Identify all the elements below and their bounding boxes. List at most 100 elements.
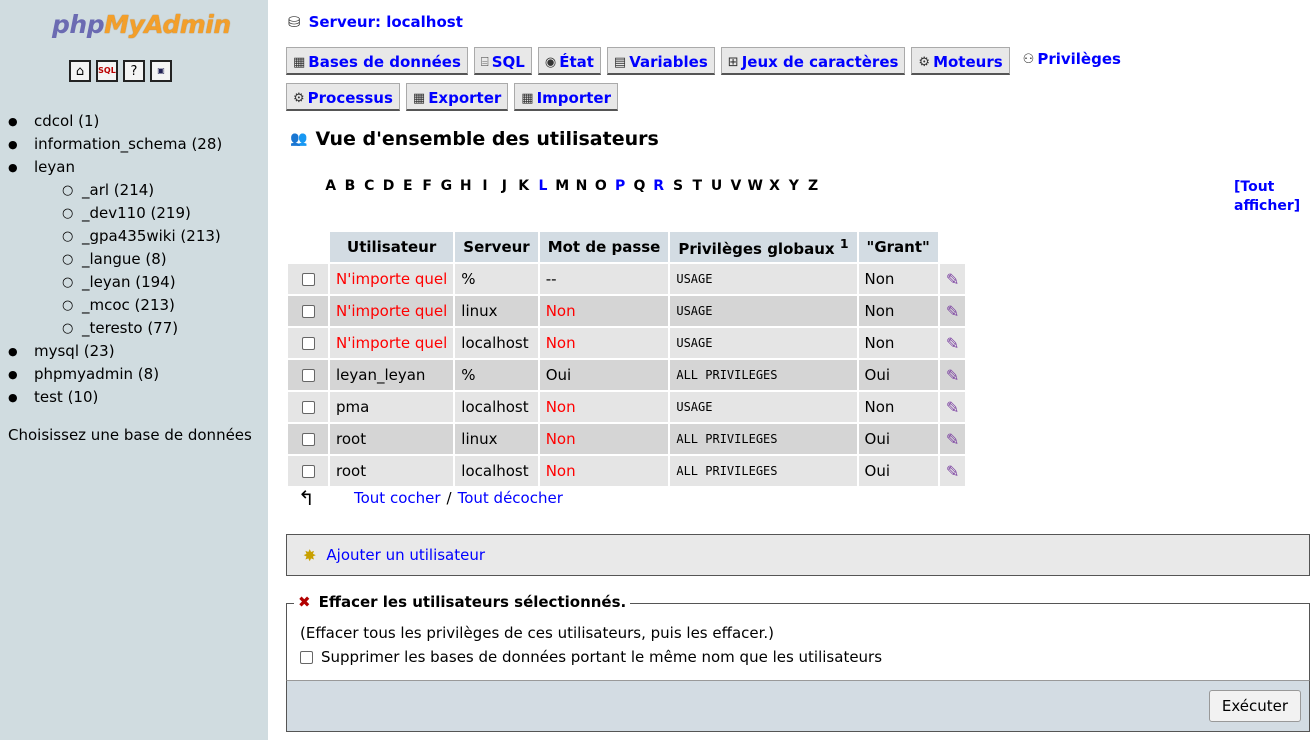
letter-v: V bbox=[730, 178, 742, 194]
tab-label: Processus bbox=[307, 89, 393, 107]
tab-export[interactable]: ▦ Exporter bbox=[405, 83, 509, 111]
add-user-link[interactable]: Ajouter un utilisateur bbox=[326, 546, 485, 564]
delete-submit-bar: Exécuter bbox=[286, 680, 1310, 732]
header-host: Serveur bbox=[455, 232, 538, 262]
import-icon: ▦ bbox=[521, 90, 534, 106]
tab-row-1: ▦ Bases de données ⌸ SQL ◉ État ▤ Variables ⊞ Jeu… bbox=[286, 43, 1128, 75]
export-icon: ▦ bbox=[412, 90, 426, 106]
circle-bullet-icon: ○ bbox=[62, 183, 74, 198]
row-checkbox[interactable] bbox=[301, 433, 315, 446]
check-all-link[interactable]: Tout cocher bbox=[354, 489, 441, 507]
edit-privileges-icon[interactable]: ✎ bbox=[946, 366, 959, 385]
database-link[interactable]: cdcol (1) bbox=[34, 112, 99, 130]
grant-cell: Non bbox=[858, 264, 938, 294]
letter-y: Y bbox=[788, 178, 799, 194]
tab-sql[interactable]: ⌸ SQL bbox=[473, 47, 532, 75]
database-link[interactable]: leyan bbox=[34, 158, 75, 176]
password-cell: Non bbox=[539, 392, 669, 422]
edit-privileges-icon[interactable]: ✎ bbox=[946, 430, 959, 449]
edit-privileges-icon[interactable]: ✎ bbox=[946, 270, 959, 289]
server-link[interactable]: Serveur: localhost bbox=[309, 13, 463, 31]
table-row: root linux Non ALL PRIVILEGES Oui ✎ bbox=[288, 424, 966, 454]
letter-p[interactable]: P bbox=[610, 178, 629, 194]
uncheck-all-link[interactable]: Tout décocher bbox=[458, 489, 563, 507]
variables-icon: ▤ bbox=[613, 54, 627, 70]
tab-charset[interactable]: ⊞ Jeux de caractères bbox=[720, 47, 906, 75]
footnote-mark[interactable]: 1 bbox=[840, 236, 849, 251]
edit-privileges-icon[interactable]: ✎ bbox=[946, 462, 959, 481]
row-checkbox[interactable] bbox=[301, 465, 315, 478]
database-list: ● cdcol (1) ● information_schema (28) ● leyan… bbox=[8, 110, 222, 409]
check-all-bar: ↰ Tout cocher / Tout décocher bbox=[298, 488, 563, 508]
letter-r[interactable]: R bbox=[649, 178, 668, 194]
tab-import[interactable]: ▦ Importer bbox=[514, 83, 618, 111]
host-cell: localhost bbox=[455, 328, 538, 358]
home-icon[interactable]: ⌂ bbox=[69, 60, 91, 82]
edit-privileges-icon[interactable]: ✎ bbox=[946, 398, 959, 417]
delete-user-icon: ✖ bbox=[298, 593, 311, 611]
password-cell: Non bbox=[539, 424, 669, 454]
row-checkbox[interactable] bbox=[301, 337, 315, 350]
edit-privileges-icon[interactable]: ✎ bbox=[946, 334, 959, 353]
check-all-separator: / bbox=[446, 489, 452, 507]
host-cell: localhost bbox=[455, 392, 538, 422]
tab-label: Bases de données bbox=[308, 53, 461, 71]
row-checkbox[interactable] bbox=[301, 401, 315, 414]
bullet-icon: ● bbox=[8, 368, 18, 381]
host-cell: % bbox=[455, 360, 538, 390]
letter-e: E bbox=[403, 178, 413, 194]
row-checkbox[interactable] bbox=[301, 273, 315, 286]
sql-query-window-icon[interactable]: ▣ bbox=[150, 60, 172, 82]
tab-privileges[interactable]: ⚇ Privilèges bbox=[1015, 43, 1128, 73]
edit-cell: ✎ bbox=[939, 456, 966, 486]
database-item: ● mysql (23) bbox=[8, 340, 222, 363]
phpmyadmin-logo[interactable]: phpMyAdmin bbox=[52, 10, 231, 39]
tab-variables[interactable]: ▤ Variables bbox=[606, 47, 715, 75]
table-item: ○ _gpa435wiki (213) bbox=[62, 225, 222, 248]
table-link[interactable]: _langue (8) bbox=[82, 250, 167, 268]
table-link[interactable]: _leyan (194) bbox=[82, 273, 176, 291]
edit-privileges-icon[interactable]: ✎ bbox=[946, 302, 959, 321]
execute-button[interactable]: Exécuter bbox=[1208, 690, 1301, 722]
database-link[interactable]: phpmyadmin (8) bbox=[34, 365, 159, 383]
table-header-row: Utilisateur Serveur Mot de passe Privilè… bbox=[288, 232, 965, 262]
row-checkbox[interactable] bbox=[301, 305, 315, 318]
tab-databases[interactable]: ▦ Bases de données bbox=[286, 47, 468, 75]
database-link[interactable]: test (10) bbox=[34, 388, 98, 406]
add-user-box: ✸ Ajouter un utilisateur bbox=[286, 534, 1310, 576]
database-link[interactable]: information_schema (28) bbox=[34, 135, 222, 153]
table-link[interactable]: _dev110 (219) bbox=[82, 204, 191, 222]
letter-j: J bbox=[501, 178, 507, 194]
table-row: pma localhost Non USAGE Non ✎ bbox=[288, 392, 966, 422]
row-checkbox[interactable] bbox=[301, 369, 315, 382]
sql-icon[interactable]: SQL bbox=[96, 60, 118, 82]
show-all-link[interactable]: [Tout afficher] bbox=[1234, 178, 1312, 216]
table-link[interactable]: _gpa435wiki (213) bbox=[82, 227, 221, 245]
table-link[interactable]: _arl (214) bbox=[82, 181, 154, 199]
letter-t: T bbox=[692, 178, 703, 194]
tab-label: Jeux de caractères bbox=[741, 53, 899, 71]
table-link[interactable]: _teresto (77) bbox=[82, 319, 178, 337]
database-link[interactable]: mysql (23) bbox=[34, 342, 115, 360]
circle-bullet-icon: ○ bbox=[62, 275, 74, 290]
header-user: Utilisateur bbox=[330, 232, 454, 262]
letter-i: I bbox=[482, 178, 488, 194]
row-select-cell bbox=[288, 296, 328, 326]
password-cell: Non bbox=[539, 328, 669, 358]
host-cell: localhost bbox=[455, 456, 538, 486]
grant-cell: Oui bbox=[858, 456, 938, 486]
table-item: ○ _dev110 (219) bbox=[62, 202, 222, 225]
help-icon[interactable]: ? bbox=[123, 60, 145, 82]
drop-databases-checkbox[interactable] bbox=[300, 650, 313, 664]
letter-o: O bbox=[594, 178, 607, 194]
table-row: N'importe quel linux Non USAGE Non ✎ bbox=[288, 296, 966, 326]
drop-databases-label[interactable]: Supprimer les bases de données portant l… bbox=[321, 648, 882, 666]
table-link[interactable]: _mcoc (213) bbox=[82, 296, 175, 314]
tab-label: Variables bbox=[629, 53, 708, 71]
nav-icon-bar: ⌂ SQL ? ▣ bbox=[69, 60, 172, 82]
grant-cell: Non bbox=[858, 296, 938, 326]
letter-l[interactable]: L bbox=[533, 178, 552, 194]
tab-engines[interactable]: ⚙ Moteurs bbox=[911, 47, 1010, 75]
tab-status[interactable]: ◉ État bbox=[537, 47, 601, 75]
tab-process[interactable]: ⚙ Processus bbox=[286, 83, 400, 111]
